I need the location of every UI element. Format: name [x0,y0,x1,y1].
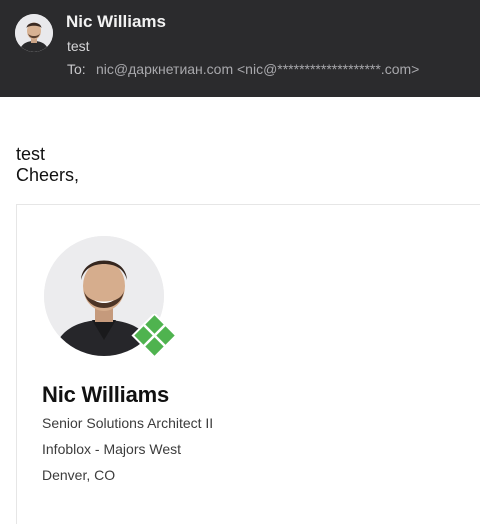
body-closing-line: Cheers, [16,165,80,185]
message-subject: test [67,38,90,54]
signature-location: Denver, CO [42,467,116,483]
to-label: To: [67,61,86,77]
signature-name: Nic Williams [42,382,170,407]
recipient-address[interactable]: nic@даркнетиан.com <nic@****************… [96,61,419,77]
signature-company: Infoblox - Majors West [42,441,182,457]
infoblox-logo-icon [131,312,178,359]
sender-avatar[interactable] [15,14,53,52]
message-header: Nic Williams test To: nic@даркнетиан.com… [0,0,480,97]
body-text-line: test [16,144,46,164]
person-avatar-icon [15,14,53,52]
sender-name[interactable]: Nic Williams [66,12,166,32]
signature-title: Senior Solutions Architect II [42,415,214,431]
company-logo-badge [130,312,180,364]
